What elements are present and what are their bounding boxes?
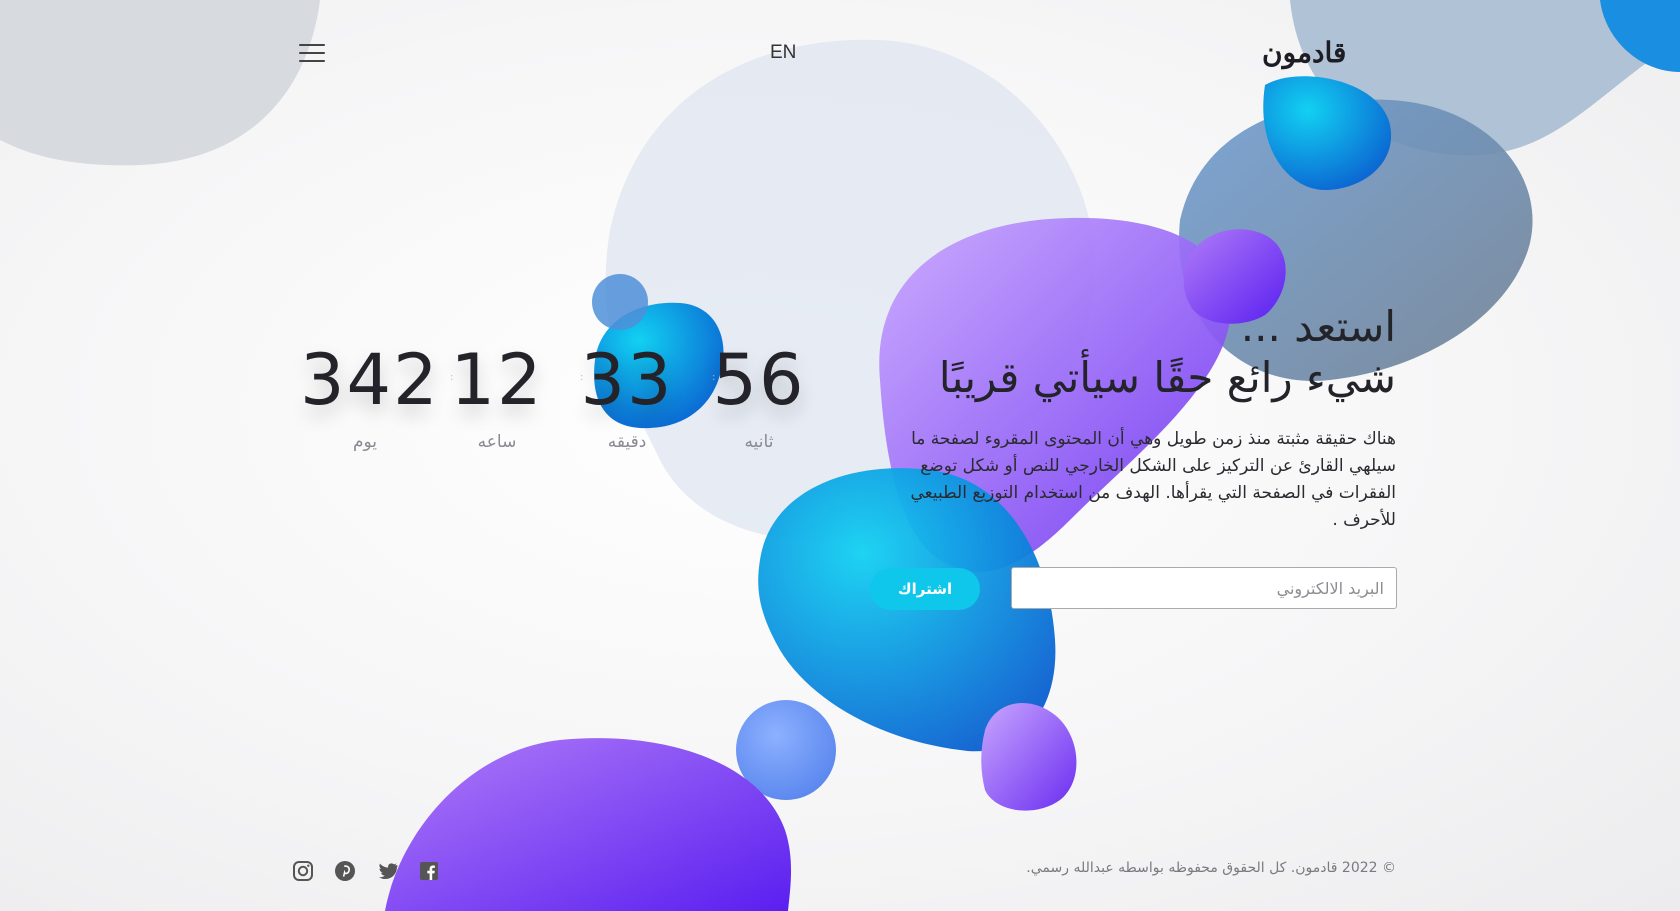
countdown-days-value: 342 [300,339,440,421]
countdown-minutes-value: 33 [580,339,674,421]
countdown-hours-value: 12 [450,339,544,421]
blob-purple-bottom [385,738,792,911]
copyright-text: © 2022 قادمون. كل الحقوق محفوظه بواسطه ع… [1026,860,1396,876]
menu-button[interactable] [299,44,325,64]
social-links [292,860,440,882]
countdown-seconds-value: 56 [712,339,806,421]
blob-grey-topleft [0,0,320,166]
countdown-hours: 12 ساعه [432,340,562,452]
email-input[interactable] [1011,567,1397,609]
hero: استعد ... شيء رائع حقًا سيأتي قريبًا هنا… [836,302,1396,534]
hamburger-icon-line [299,60,325,62]
hero-description: هناك حقيقة مثبتة منذ زمن طويل وهي أن الم… [910,429,1396,530]
logo: قادمون [1262,36,1347,69]
countdown-days-label: يوم [352,432,378,452]
subscribe-form: اشتراك [870,567,1397,613]
hamburger-icon-line [299,44,325,46]
blob-lilac-bottom [981,703,1077,811]
countdown-minutes: 33 دقيقه [562,340,692,452]
pinterest-icon[interactable] [334,860,356,882]
countdown-seconds-label: ثانيه [744,432,774,452]
subscribe-button[interactable]: اشتراك [870,568,980,610]
hero-subtitle: استعد ... [1240,302,1396,351]
instagram-icon[interactable] [292,860,314,882]
countdown-minutes-label: دقيقه [607,432,647,452]
language-switch[interactable]: EN [770,42,796,64]
twitter-icon[interactable] [376,860,398,882]
countdown-days: 342 يوم [300,339,440,452]
hero-title: شيء رائع حقًا سيأتي قريبًا [938,353,1396,402]
countdown-hours-label: ساعه [477,432,517,452]
hamburger-icon-line [299,52,325,54]
countdown: 342 يوم : 12 ساعه : 33 دقيقه : 56 ثانيه [300,340,840,460]
blob-blue-dot [592,274,648,330]
countdown-seconds: 56 ثانيه [694,340,824,452]
facebook-icon[interactable] [418,860,440,882]
